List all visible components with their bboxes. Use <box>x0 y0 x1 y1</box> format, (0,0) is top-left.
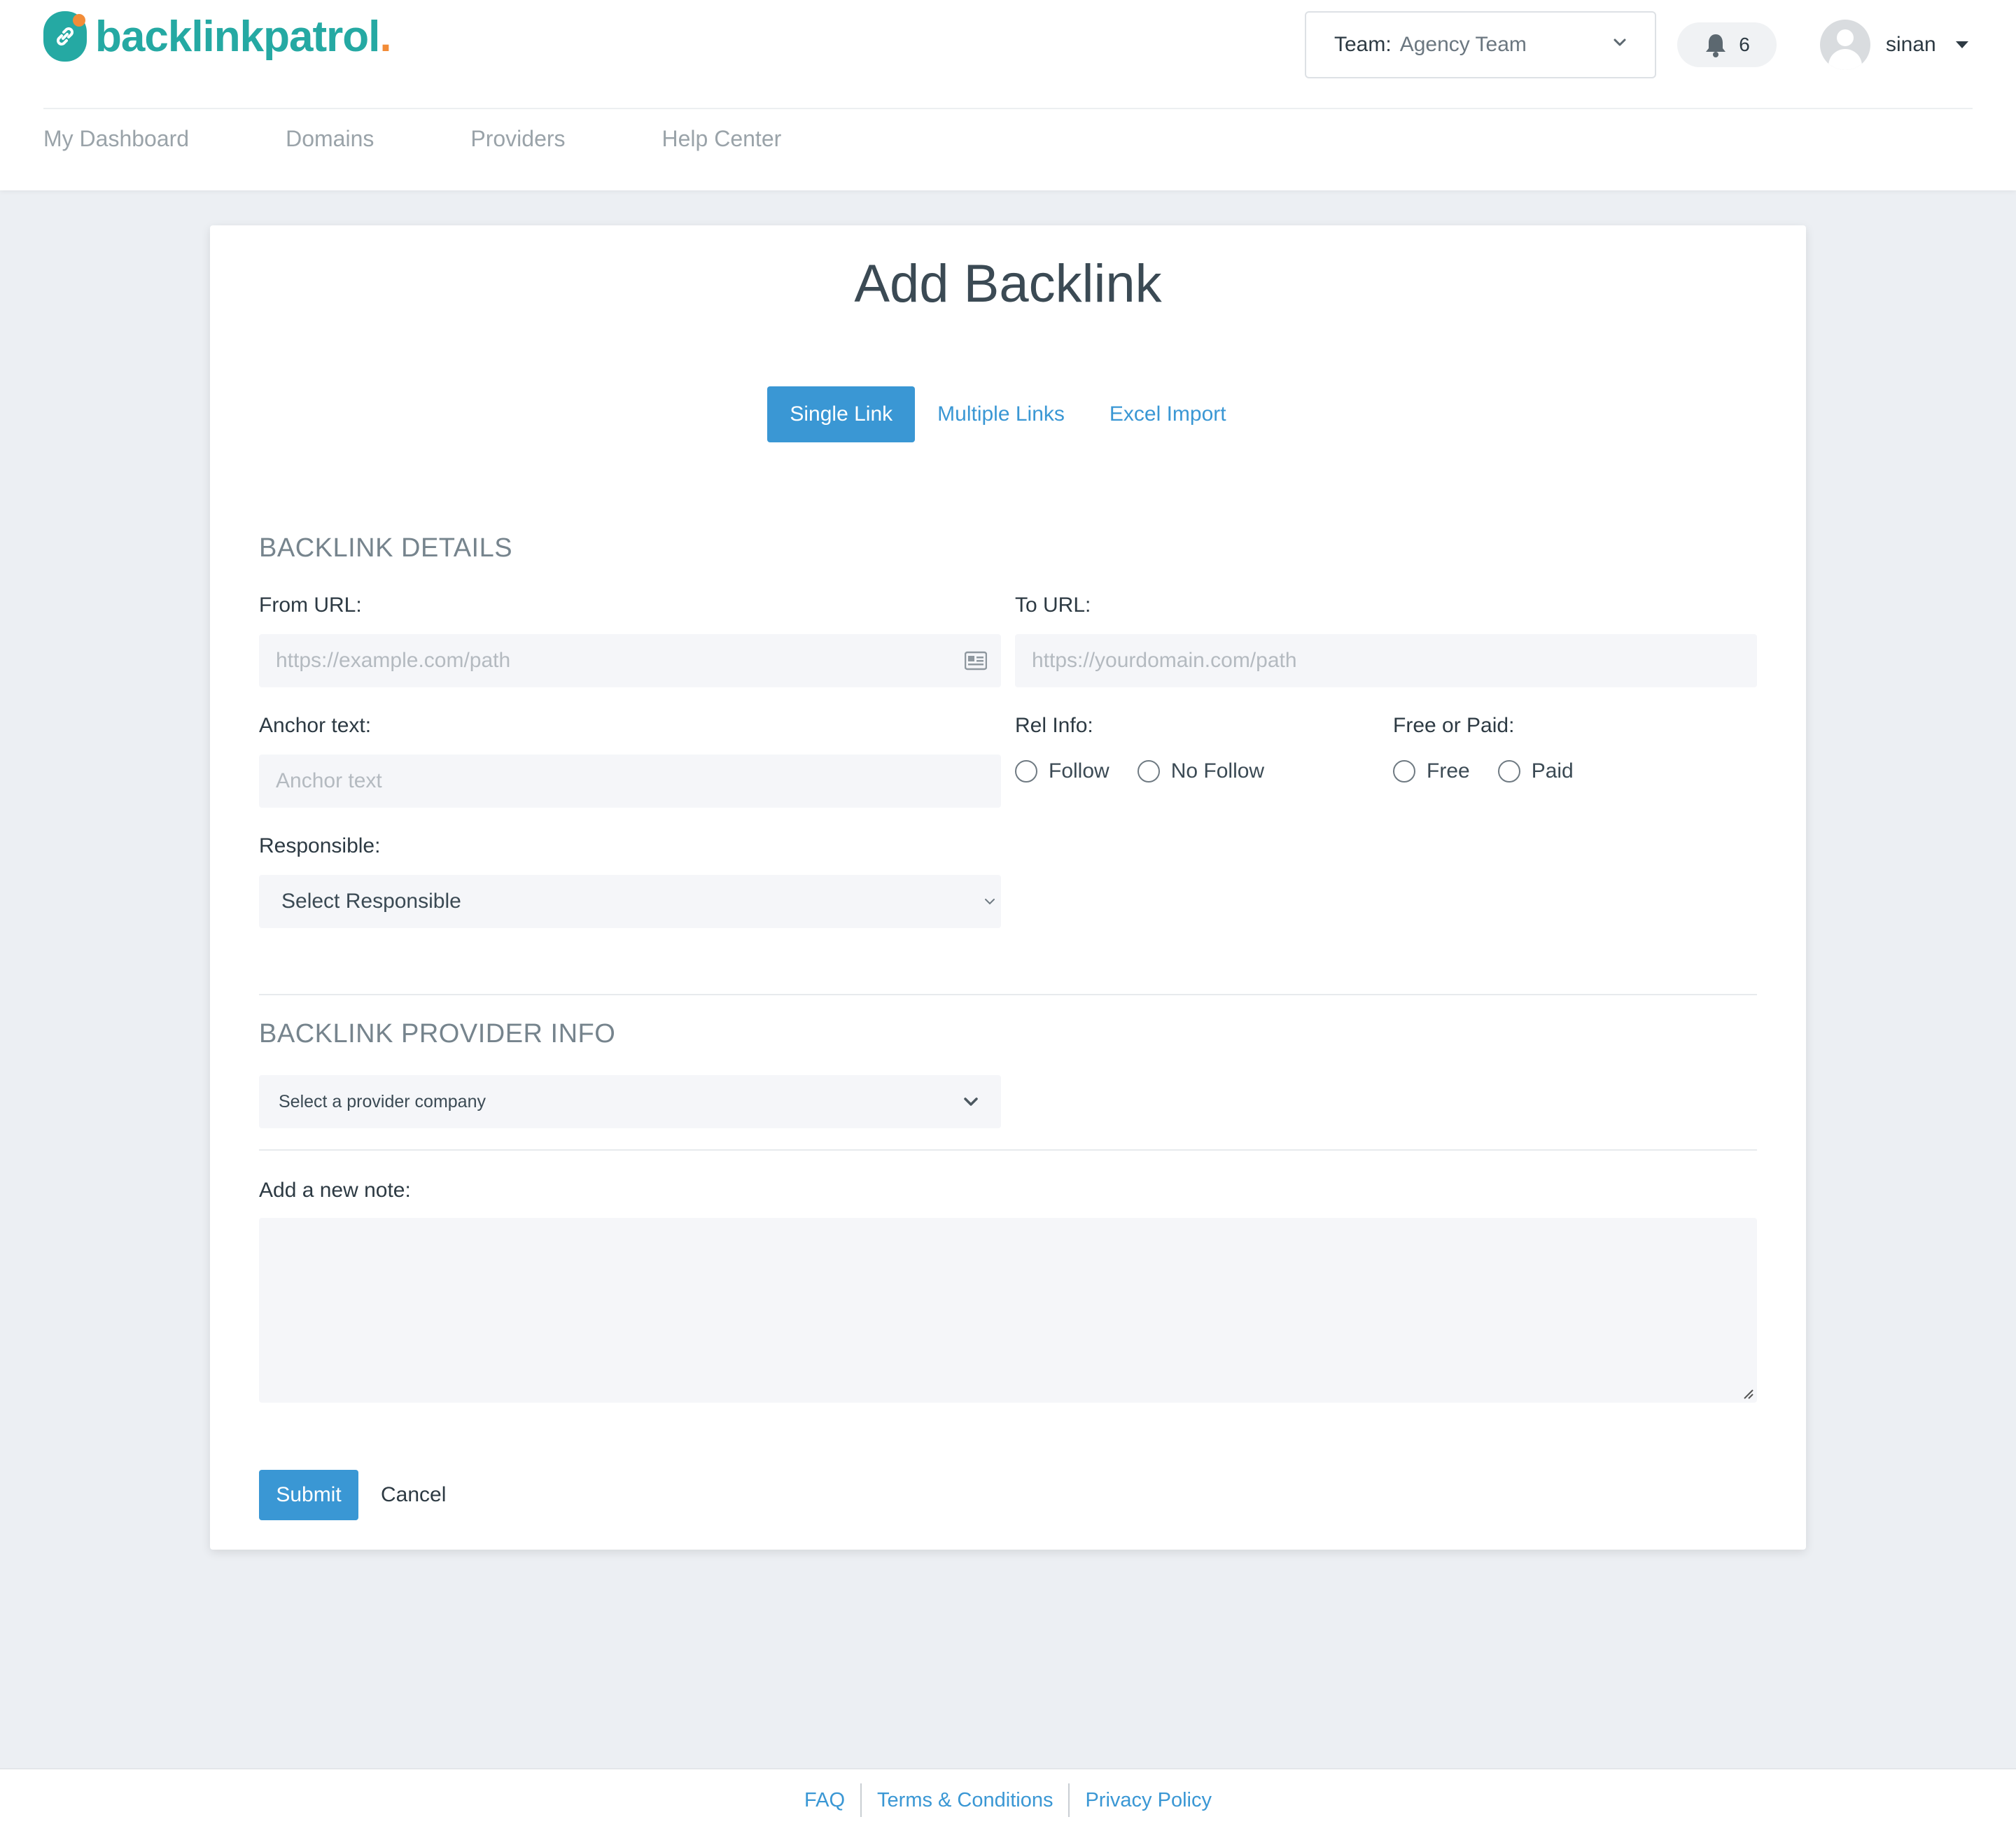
radio-follow-label: Follow <box>1049 759 1110 783</box>
add-backlink-card: Add Backlink Single Link Multiple Links … <box>210 225 1806 1550</box>
avatar <box>1820 20 1870 70</box>
free-or-paid-radio-group: Free Paid <box>1393 757 1574 785</box>
radio-free[interactable]: Free <box>1393 759 1470 783</box>
responsible-label: Responsible: <box>259 834 381 857</box>
note-label: Add a new note: <box>259 1179 411 1202</box>
nav-item-my-dashboard[interactable]: My Dashboard <box>43 126 189 160</box>
provider-select-value: Select a provider company <box>279 1091 486 1111</box>
free-or-paid-label: Free or Paid: <box>1393 714 1515 737</box>
username: sinan <box>1886 33 1936 56</box>
chevron-down-icon <box>1614 38 1626 46</box>
radio-circle[interactable] <box>1393 760 1415 783</box>
to-url-input[interactable]: https://yourdomain.com/path <box>1015 634 1757 687</box>
responsible-select-value: Select Responsible <box>281 890 461 913</box>
provider-select[interactable]: Select a provider company <box>259 1075 1001 1128</box>
bell-icon <box>1706 34 1726 57</box>
team-select-value: Agency Team <box>1399 33 1527 56</box>
tab-single-link[interactable]: Single Link <box>767 386 916 442</box>
to-url-placeholder: https://yourdomain.com/path <box>1032 649 1297 672</box>
anchor-text-placeholder: Anchor text <box>276 769 382 792</box>
nav-item-domains[interactable]: Domains <box>286 126 374 160</box>
radio-paid-label: Paid <box>1531 759 1574 783</box>
from-url-label: From URL: <box>259 594 362 617</box>
radio-free-label: Free <box>1427 759 1470 783</box>
backlink-details-heading: BACKLINK DETAILS <box>259 533 513 563</box>
submit-button[interactable]: Submit <box>259 1470 358 1520</box>
section-divider <box>259 994 1757 995</box>
footer-link-terms[interactable]: Terms & Conditions <box>862 1789 1068 1812</box>
provider-info-heading: BACKLINK PROVIDER INFO <box>259 1019 616 1048</box>
footer-link-faq[interactable]: FAQ <box>789 1789 860 1812</box>
contact-card-icon[interactable] <box>965 651 987 671</box>
radio-no-follow[interactable]: No Follow <box>1137 759 1265 783</box>
resize-grip-icon[interactable] <box>1742 1387 1754 1400</box>
from-url-placeholder: https://example.com/path <box>276 649 511 672</box>
link-icon <box>43 11 87 62</box>
radio-circle[interactable] <box>1015 760 1037 783</box>
team-select-label: Team: <box>1334 33 1392 56</box>
cancel-button[interactable]: Cancel <box>381 1470 446 1520</box>
logo[interactable]: backlinkpatrol. <box>43 11 392 62</box>
tab-excel-import[interactable]: Excel Import <box>1087 386 1249 442</box>
chevron-down-icon <box>985 899 995 905</box>
notifications-button[interactable]: 6 <box>1677 22 1777 67</box>
notifications-count: 6 <box>1739 34 1750 55</box>
radio-paid[interactable]: Paid <box>1497 759 1574 783</box>
anchor-text-label: Anchor text: <box>259 714 372 737</box>
radio-follow[interactable]: Follow <box>1015 759 1110 783</box>
footer: FAQ Terms & Conditions Privacy Policy <box>0 1768 2016 1831</box>
rel-info-label: Rel Info: <box>1015 714 1093 737</box>
page-title: Add Backlink <box>854 254 1162 314</box>
tab-multiple-links[interactable]: Multiple Links <box>915 386 1087 442</box>
user-menu[interactable]: sinan <box>1820 20 1968 70</box>
main-nav: My Dashboard Domains Providers Help Cent… <box>43 126 781 160</box>
caret-down-icon <box>1955 41 1968 48</box>
nav-item-help-center[interactable]: Help Center <box>662 126 782 160</box>
anchor-text-input[interactable]: Anchor text <box>259 755 1001 808</box>
note-textarea[interactable] <box>259 1218 1757 1403</box>
nav-item-providers[interactable]: Providers <box>470 126 565 160</box>
mode-tabs: Single Link Multiple Links Excel Import <box>210 386 1806 442</box>
top-header: backlinkpatrol. Team: Agency Team 6 sina… <box>0 0 2016 190</box>
header-divider <box>43 108 1973 109</box>
footer-link-privacy[interactable]: Privacy Policy <box>1070 1789 1227 1812</box>
responsible-select[interactable]: Select Responsible <box>259 875 1001 928</box>
logo-text: backlinkpatrol. <box>95 12 392 61</box>
section-divider <box>259 1149 1757 1151</box>
radio-circle[interactable] <box>1497 760 1520 783</box>
rel-info-radio-group: Follow No Follow <box>1015 757 1264 785</box>
from-url-input[interactable]: https://example.com/path <box>259 634 1001 687</box>
team-select[interactable]: Team: Agency Team <box>1305 11 1656 78</box>
radio-circle[interactable] <box>1137 760 1160 783</box>
to-url-label: To URL: <box>1015 594 1091 617</box>
radio-no-follow-label: No Follow <box>1170 759 1265 783</box>
chevron-down-icon <box>964 1097 978 1106</box>
